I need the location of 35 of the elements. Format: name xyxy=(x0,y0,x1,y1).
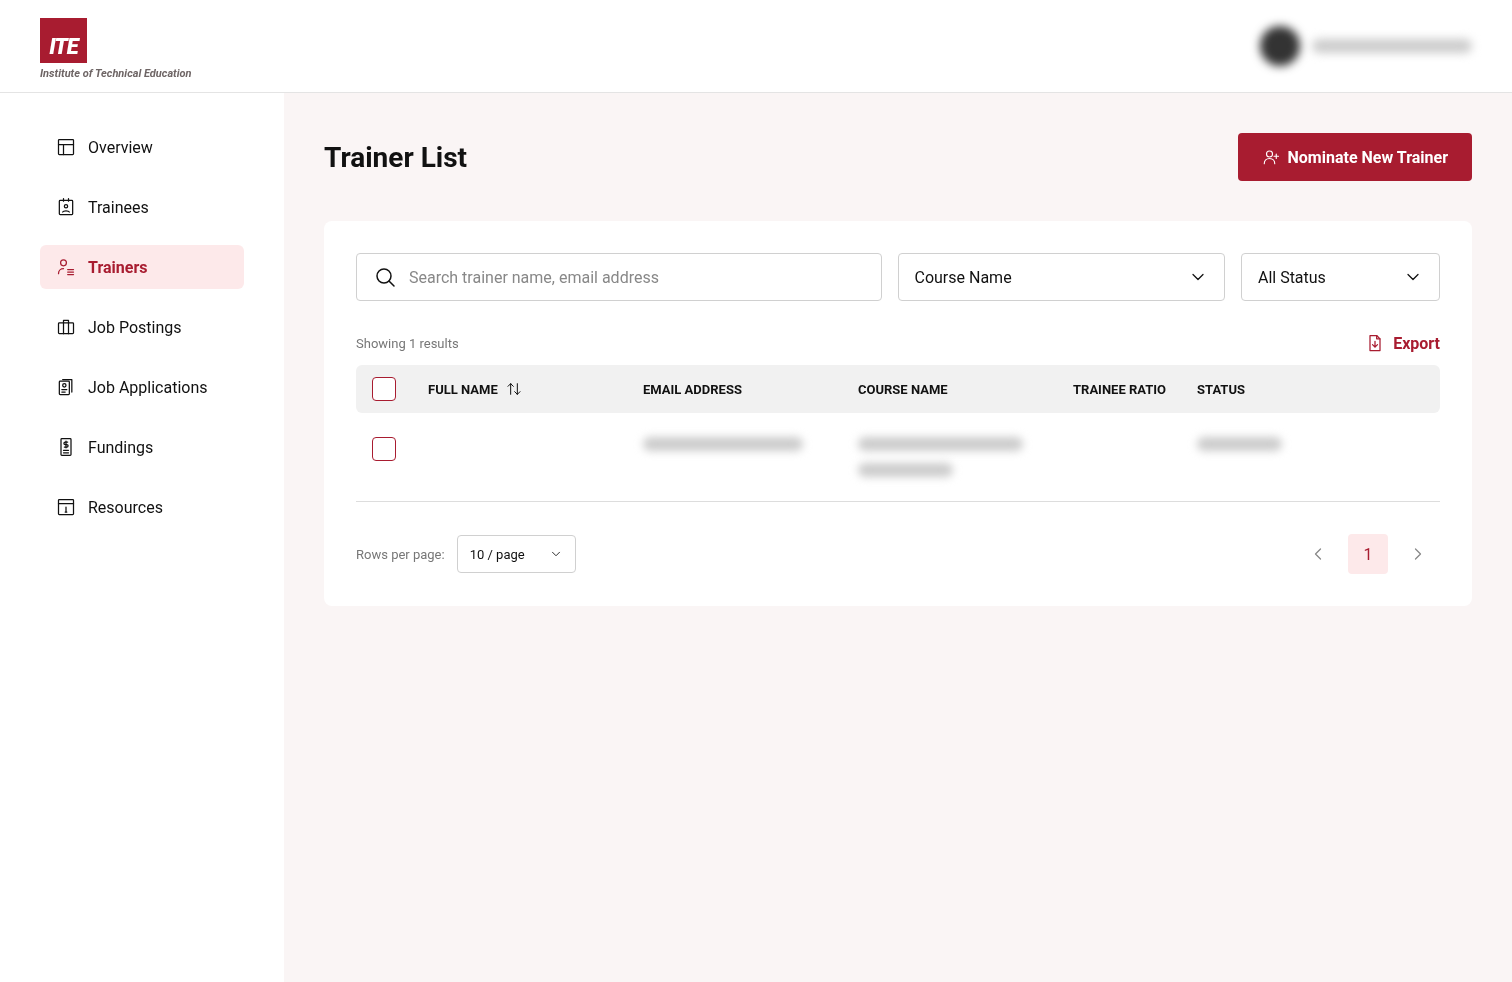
sort-icon[interactable] xyxy=(505,381,522,397)
search-field[interactable]: Search trainer name, email address xyxy=(356,253,882,301)
row-checkbox[interactable] xyxy=(372,437,396,461)
info-panel-icon xyxy=(56,497,76,517)
status-dropdown[interactable]: All Status xyxy=(1240,253,1440,301)
sidebar-item[interactable]: Trainees xyxy=(40,185,244,229)
column-header: TRAINEE RATIO xyxy=(1073,381,1168,397)
results-count: Showing 1 results xyxy=(356,335,459,351)
course-dropdown[interactable]: Course Name xyxy=(897,253,1225,301)
avatar[interactable] xyxy=(1258,24,1302,68)
column-header: STATUS xyxy=(1197,381,1246,397)
search-icon xyxy=(373,265,397,289)
briefcase-icon xyxy=(56,317,76,337)
sidebar-item[interactable]: Job Applications xyxy=(40,365,244,409)
page-title: Trainer List xyxy=(324,140,468,174)
sidebar-item[interactable]: Fundings xyxy=(40,425,244,469)
sidebar-item[interactable]: Resources xyxy=(40,485,244,529)
column-header: COURSE NAME xyxy=(858,381,949,397)
logo-caption: Institute of Technical Education xyxy=(40,67,192,80)
page-size-dropdown[interactable]: 10 / page xyxy=(456,535,576,573)
sidebar-item[interactable]: Job Postings xyxy=(40,305,244,349)
layout-icon xyxy=(56,137,76,157)
id-badge-icon xyxy=(56,197,76,217)
add-user-icon xyxy=(1261,148,1280,166)
sidebar-item[interactable]: Overview xyxy=(40,125,244,169)
column-header[interactable]: FULL NAME xyxy=(428,381,643,397)
rows-per-page-label: Rows per page: xyxy=(356,546,445,562)
logo: ITE xyxy=(40,18,87,63)
nominate-trainer-button[interactable]: Nominate New Trainer xyxy=(1237,133,1472,181)
sidebar-item[interactable]: Trainers xyxy=(40,245,244,289)
column-header: EMAIL ADDRESS xyxy=(643,381,743,397)
export-link[interactable]: Export xyxy=(1365,333,1440,353)
page-button[interactable]: 1 xyxy=(1348,534,1388,574)
select-all-checkbox[interactable] xyxy=(372,377,396,401)
user-list-icon xyxy=(56,257,76,277)
